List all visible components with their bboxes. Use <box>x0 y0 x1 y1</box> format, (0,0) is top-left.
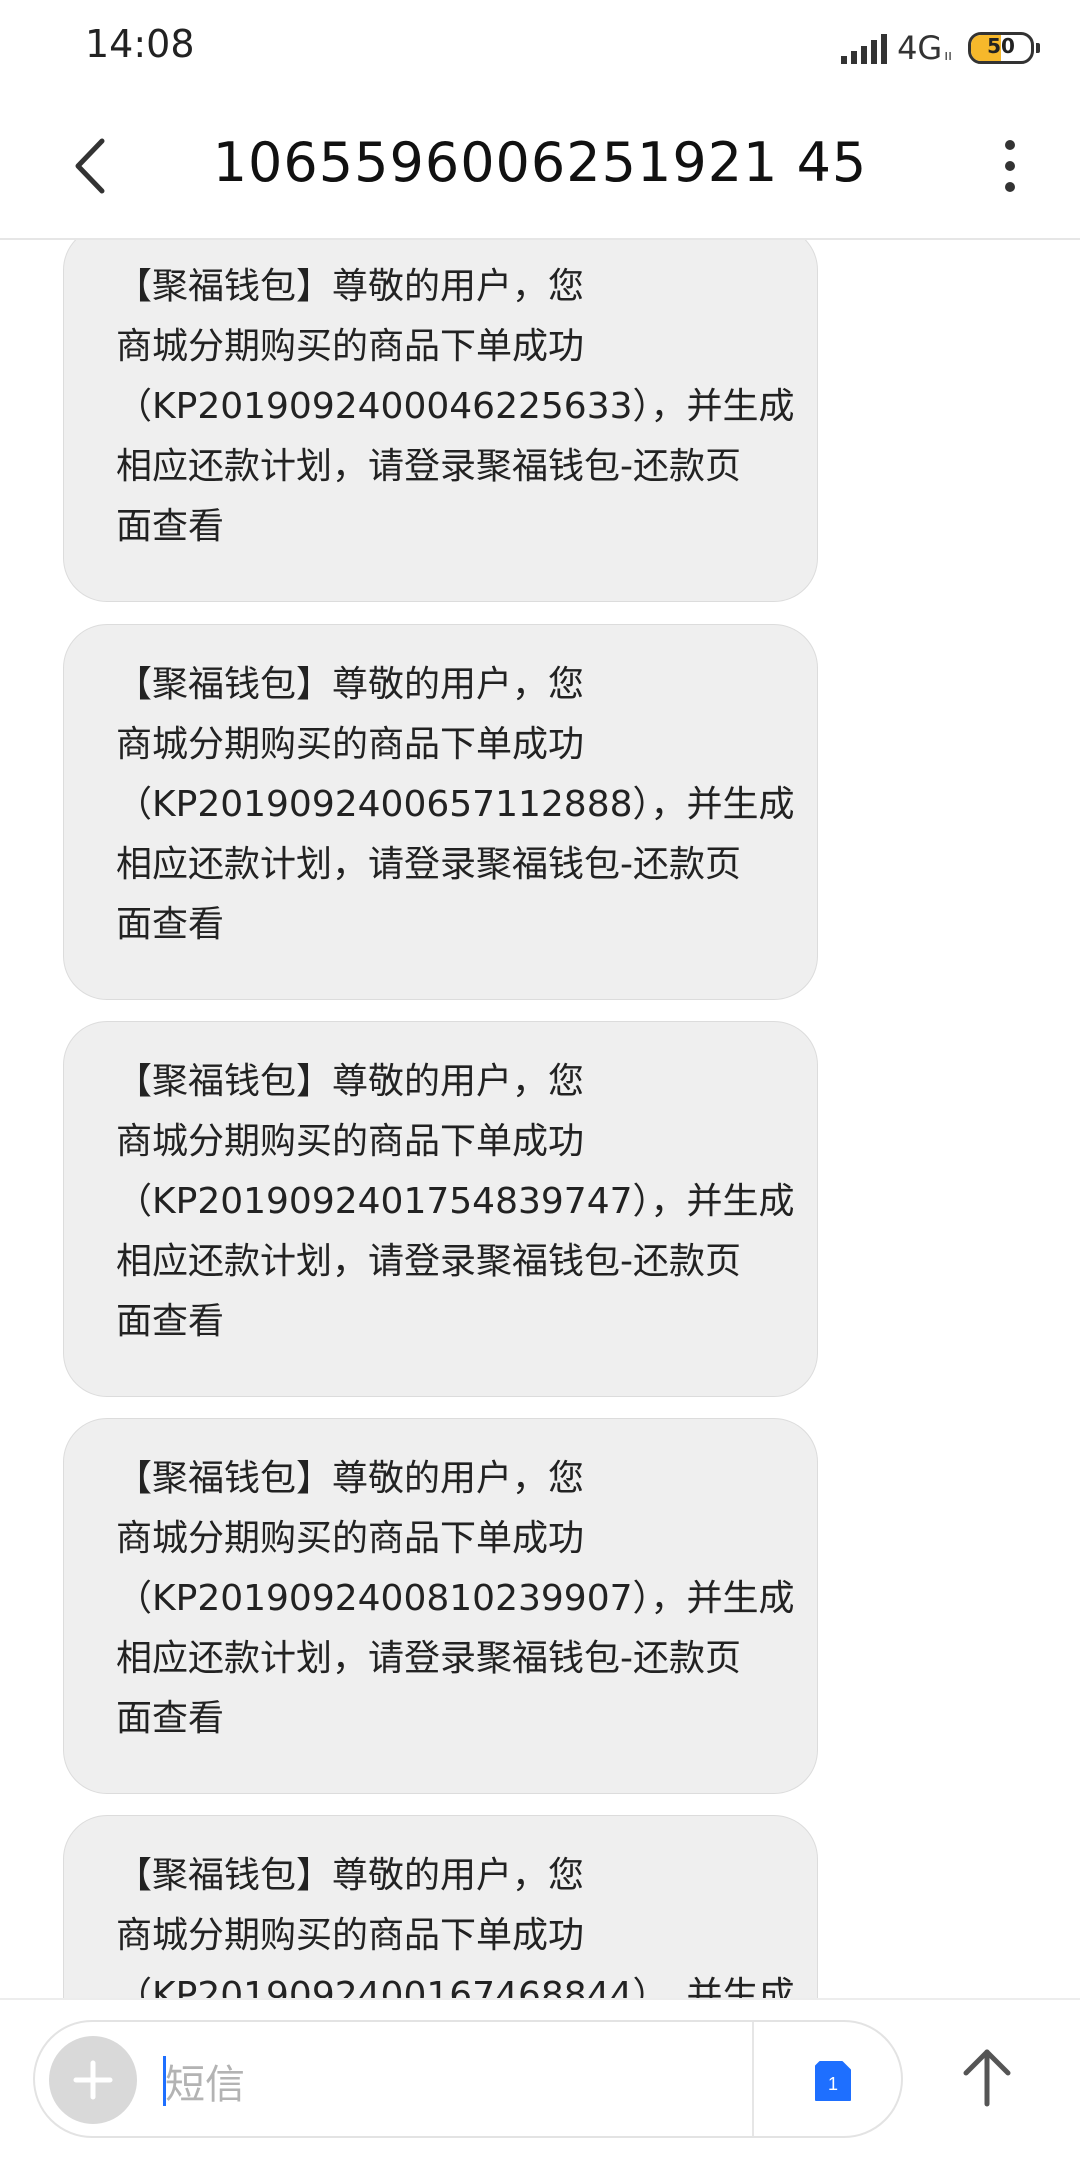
add-attachment-button[interactable] <box>49 2036 137 2124</box>
message-line: 【聚福钱包】尊敬的用户，您 <box>116 664 585 705</box>
message-line: 商城分期购买的商品下单成功 <box>116 326 585 367</box>
back-button[interactable] <box>60 131 130 201</box>
battery-tip <box>1036 43 1040 53</box>
more-options-button[interactable] <box>980 131 1040 201</box>
message-line: 商城分期购买的商品下单成功 <box>116 1518 585 1559</box>
message-line: 相应还款计划，请登录聚福钱包-还款页 <box>116 844 741 885</box>
message-line: 面查看 <box>116 1698 225 1739</box>
signal-icon <box>841 32 888 64</box>
message-line: 相应还款计划，请登录聚福钱包-还款页 <box>116 1638 741 1679</box>
network-activity-icon: ıı <box>944 48 952 64</box>
message-bubble[interactable]: 【聚福钱包】尊敬的用户，您 商城分期购买的商品下单成功 （KP201909240… <box>63 1021 818 1397</box>
message-line: 商城分期购买的商品下单成功 <box>116 1121 585 1162</box>
status-indicators: 4G ıı 50 <box>841 28 1040 68</box>
battery-icon: 50 <box>968 32 1034 64</box>
send-button[interactable] <box>952 2042 1022 2112</box>
network-type: 4G <box>897 29 943 67</box>
message-line: 【聚福钱包】尊敬的用户，您 <box>116 1061 585 1102</box>
message-line: （KP2019092400167468844），并生成 <box>116 1975 795 1998</box>
more-vertical-icon <box>1005 140 1015 192</box>
sim-card-icon: 1 <box>815 2061 851 2101</box>
message-line: 商城分期购买的商品下单成功 <box>116 724 585 765</box>
message-line: 商城分期购买的商品下单成功 <box>116 1915 585 1956</box>
message-line: 【聚福钱包】尊敬的用户，您 <box>116 1855 585 1896</box>
plus-icon <box>73 2060 113 2100</box>
message-line: 相应还款计划，请登录聚福钱包-还款页 <box>116 446 741 487</box>
divider <box>752 2022 754 2136</box>
composer-bar: 短信 1 <box>0 1998 1080 2160</box>
status-bar: 14:08 4G ıı 50 <box>0 0 1080 95</box>
battery-level: 50 <box>987 34 1015 58</box>
arrow-up-icon <box>963 2049 1011 2107</box>
message-bubble[interactable]: 【聚福钱包】尊敬的用户，您 商城分期购买的商品下单成功 （KP201909240… <box>63 1418 818 1794</box>
message-bubble[interactable]: 【聚福钱包】尊敬的用户，您 商城分期购买的商品下单成功 （KP201909240… <box>63 624 818 1000</box>
message-bubble[interactable]: 【聚福钱包】尊敬的用户，您 商城分期购买的商品下单成功 （KP201909240… <box>63 1815 818 1998</box>
chevron-left-icon <box>75 138 105 194</box>
message-input[interactable]: 短信 1 <box>33 2020 903 2138</box>
status-time: 14:08 <box>85 22 195 66</box>
message-line: 面查看 <box>116 904 225 945</box>
message-line: （KP2019092400046225633），并生成 <box>116 386 795 427</box>
conversation-title: 1065596006251921 45 <box>212 131 868 194</box>
message-line: 面查看 <box>116 1301 225 1342</box>
message-line: 相应还款计划，请登录聚福钱包-还款页 <box>116 1241 741 1282</box>
message-line: （KP2019092400657112888），并生成 <box>116 784 795 825</box>
sim-label: 1 <box>828 2074 838 2094</box>
message-input-placeholder: 短信 <box>165 2062 245 2108</box>
message-list[interactable]: 【聚福钱包】尊敬的用户，您 商城分期购买的商品下单成功 （KP201909240… <box>0 240 1080 1998</box>
message-line: 【聚福钱包】尊敬的用户，您 <box>116 1458 585 1499</box>
message-line: （KP2019092401754839747），并生成 <box>116 1181 795 1222</box>
message-line: （KP2019092400810239907），并生成 <box>116 1578 795 1619</box>
message-line: 面查看 <box>116 506 225 547</box>
message-bubble[interactable]: 【聚福钱包】尊敬的用户，您 商城分期购买的商品下单成功 （KP201909240… <box>63 240 818 602</box>
sim-select-button[interactable]: 1 <box>810 2058 856 2104</box>
conversation-header: 1065596006251921 45 <box>0 95 1080 240</box>
message-line: 【聚福钱包】尊敬的用户，您 <box>116 266 585 307</box>
